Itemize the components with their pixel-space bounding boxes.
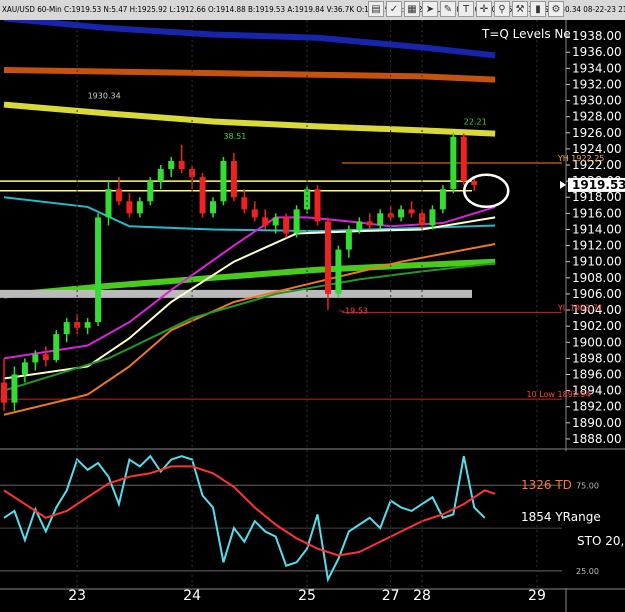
annotation-label: 38.51: [223, 132, 246, 141]
cursor-icon[interactable]: ➤: [422, 1, 438, 17]
annotation-label: YL 1903.71: [557, 303, 603, 312]
annotation-label: 1930.34: [88, 92, 121, 101]
chart-toolbar: ▤ ✓ ▦ ➤ ✎ T ✛ ⚲ ⚒ ▮ ⚙: [368, 1, 566, 19]
y-tick-label: 1910.00: [572, 255, 622, 269]
y-tick-label: 1892.00: [572, 400, 622, 414]
candle-body: [408, 209, 415, 214]
sto-level-label: 75.00: [576, 481, 599, 490]
chart-title: T=Q Levels Ne: [481, 27, 571, 41]
window-titlebar: XAU/USD 60-Min C:1919.53 N:5.47 H:1925.9…: [0, 0, 625, 21]
candle-body: [324, 221, 331, 294]
crosshair-icon[interactable]: ✛: [476, 1, 492, 17]
candle-body: [105, 189, 112, 218]
candle-body: [398, 209, 405, 218]
sto-legend-item: STO 20,: [577, 534, 624, 548]
candle-body: [178, 160, 185, 170]
y-tick-label: 1914.00: [572, 222, 622, 236]
y-tick-label: 1888.00: [572, 432, 622, 446]
candle-body: [1, 382, 7, 403]
x-tick-label: 27: [382, 588, 400, 604]
sto-legend-item: 1854 YRange: [521, 510, 601, 524]
chart-area[interactable]: 1888.001890.001892.001894.001896.001898.…: [0, 20, 625, 612]
x-tick-label: 23: [68, 588, 86, 604]
candle-body: [32, 354, 39, 363]
y-tick-label: 1934.00: [572, 61, 622, 75]
candle-body: [157, 169, 164, 182]
annotation-label: YH 1922.25: [557, 154, 605, 163]
candle-body: [210, 201, 216, 214]
candle-body: [136, 201, 143, 214]
candle-body: [460, 136, 467, 182]
candle-body: [283, 217, 290, 234]
text-icon[interactable]: T: [458, 1, 474, 17]
y-tick-label: 1900.00: [572, 335, 622, 349]
candle-body: [199, 177, 206, 214]
y-tick-label: 1906.00: [572, 287, 622, 301]
y-tick-label: 1930.00: [572, 94, 622, 108]
annotation-label: 10 Low 1892.94: [527, 390, 591, 399]
y-tick-label: 1912.00: [572, 239, 622, 253]
candle-body: [53, 334, 60, 360]
last-price-label: 1919.53: [572, 178, 625, 192]
candle-body: [439, 189, 446, 210]
annotation-label: 22.21: [464, 117, 487, 126]
y-tick-label: 1938.00: [572, 29, 622, 43]
x-tick-label: 25: [298, 588, 316, 604]
candle-body: [262, 217, 269, 226]
check-icon[interactable]: ✓: [386, 1, 402, 17]
candle-body: [335, 249, 342, 294]
chart-icon[interactable]: ▤: [368, 1, 384, 17]
candle-body: [95, 217, 102, 323]
candle-body: [471, 181, 478, 185]
draw-icon[interactable]: ✎: [440, 1, 456, 17]
grid-icon[interactable]: ▦: [404, 1, 420, 17]
x-tick-label: 29: [528, 588, 546, 604]
candle-body: [115, 189, 122, 202]
candle-body: [63, 322, 70, 335]
candle-body: [345, 229, 352, 250]
y-tick-label: 1902.00: [572, 319, 622, 333]
tools-icon[interactable]: ⚒: [512, 1, 528, 17]
candle-body: [168, 160, 175, 170]
candle-body: [241, 197, 248, 210]
candle-body: [126, 201, 133, 214]
sto-level-label: 25.00: [576, 567, 599, 576]
x-tick-label: 28: [413, 588, 431, 604]
y-tick-label: 1932.00: [572, 77, 622, 91]
candle-body: [272, 217, 279, 226]
candle-body: [366, 221, 373, 226]
candle-body: [377, 213, 384, 226]
annotation-label: ~19.53: [338, 307, 368, 316]
candle-body: [84, 322, 91, 328]
y-tick-label: 1896.00: [572, 367, 622, 381]
candle-body: [21, 362, 28, 375]
settings-icon[interactable]: ⚙: [548, 1, 564, 17]
candle-body: [220, 160, 227, 202]
sto-legend-item: 1326 TD: [521, 478, 572, 492]
y-tick-label: 1890.00: [572, 416, 622, 430]
candle-body: [450, 136, 457, 190]
candle-body: [314, 189, 321, 222]
y-tick-label: 1936.00: [572, 45, 622, 59]
candle-body: [147, 181, 154, 202]
y-tick-label: 1918.00: [572, 190, 622, 204]
candle-body: [251, 209, 258, 218]
y-tick-label: 1928.00: [572, 110, 622, 124]
candle-body: [11, 374, 18, 403]
candle-body: [356, 221, 363, 230]
candle-body: [293, 209, 300, 234]
candle-body: [42, 354, 49, 360]
x-tick-label: 24: [183, 588, 201, 604]
candle-body: [429, 209, 436, 226]
y-tick-label: 1916.00: [572, 206, 622, 220]
y-tick-label: 1898.00: [572, 351, 622, 365]
bars-icon[interactable]: ▮: [530, 1, 546, 17]
zoom-icon[interactable]: ⚲: [494, 1, 510, 17]
stochastic-pane: 75.00 25.00 1326 TD 1854 YRange STO 20,: [0, 451, 625, 590]
y-tick-label: 1926.00: [572, 126, 622, 140]
y-tick-label: 1908.00: [572, 271, 622, 285]
candle-body: [230, 160, 237, 198]
